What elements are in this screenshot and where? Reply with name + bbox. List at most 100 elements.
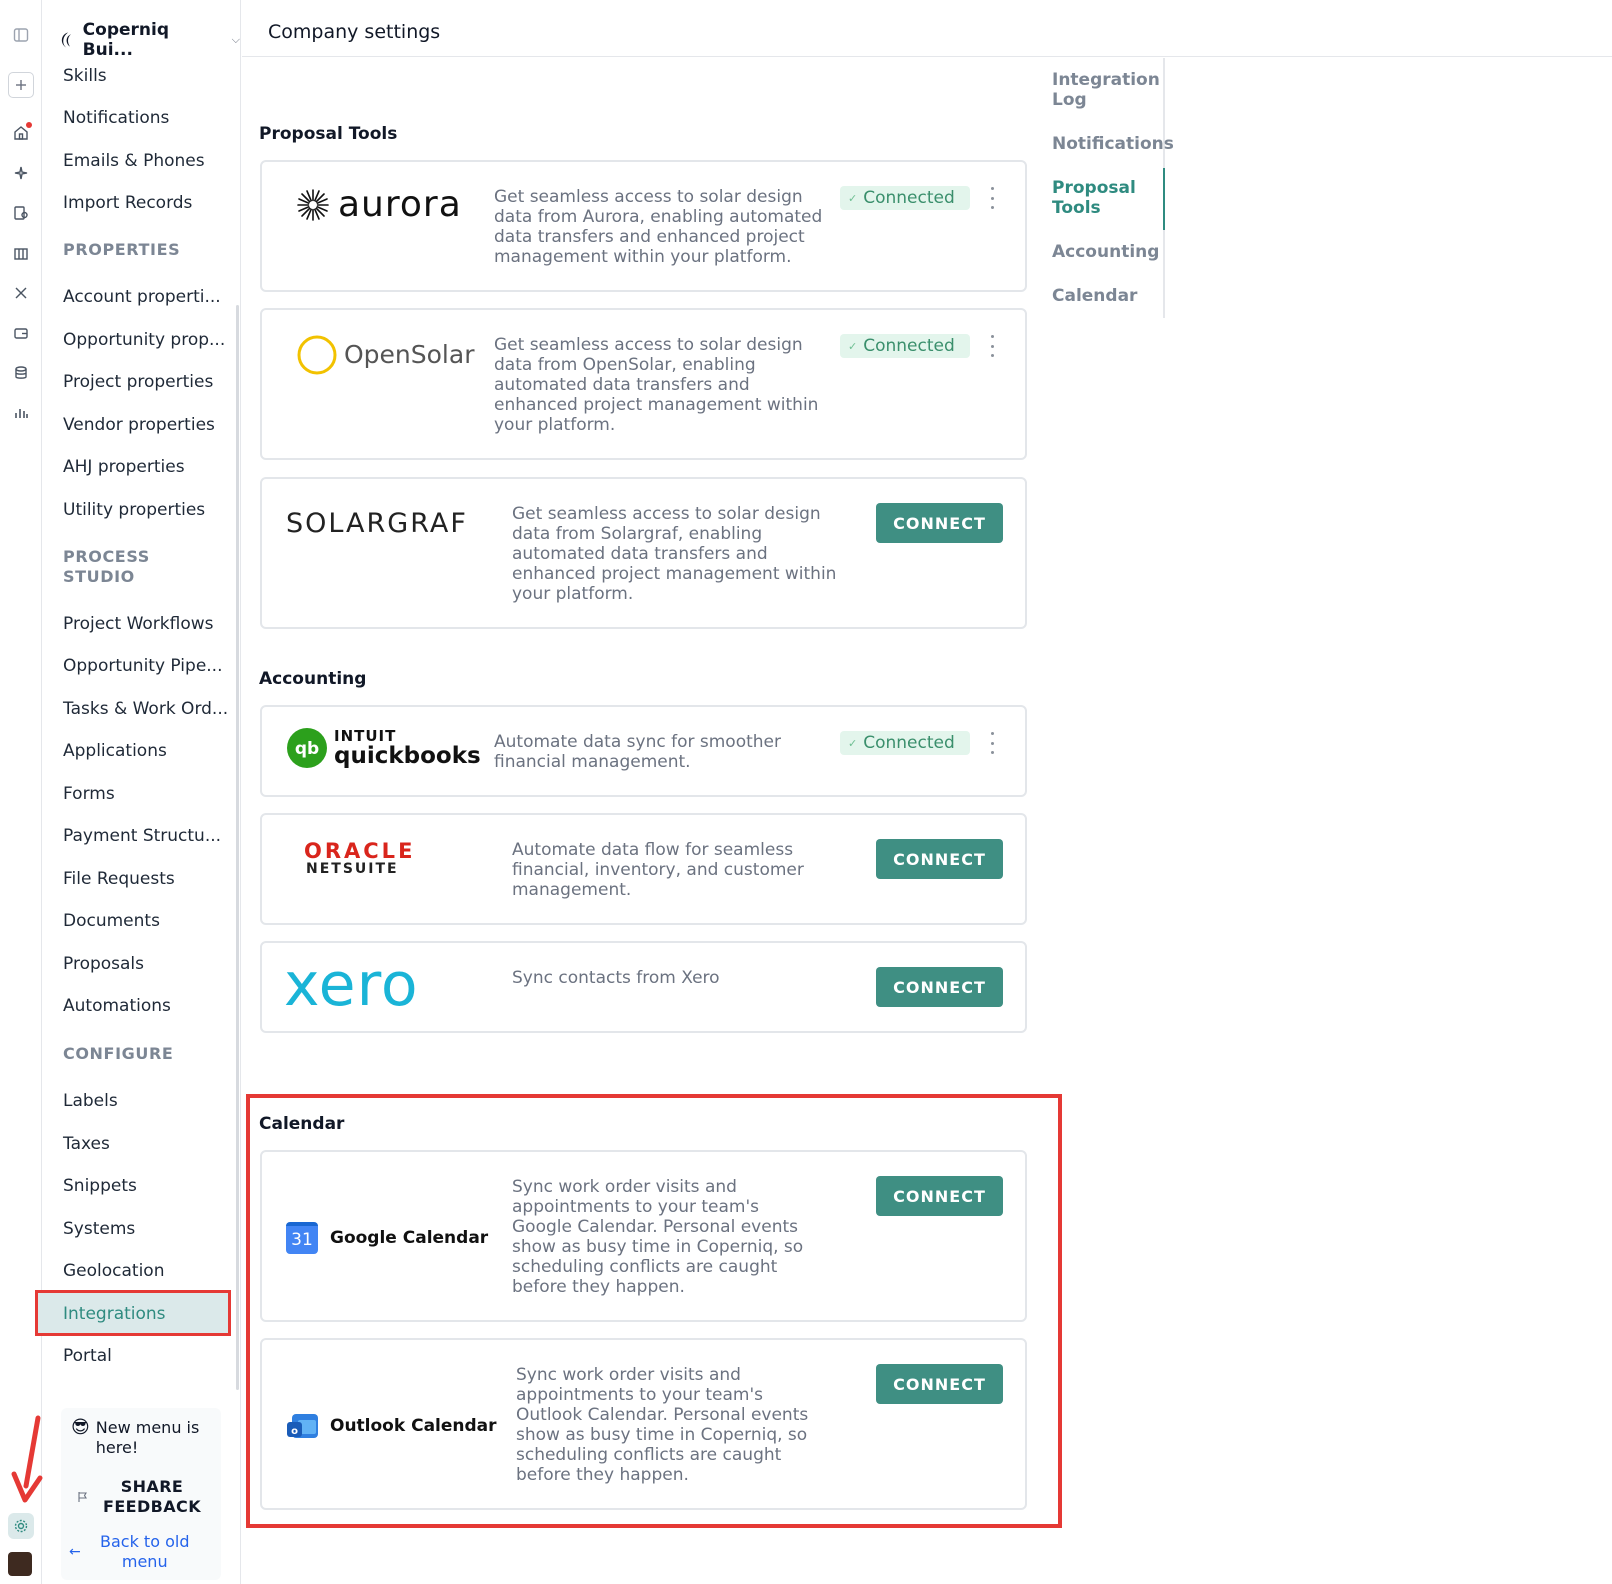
- sidebar-item-geolocation[interactable]: Geolocation: [63, 1261, 165, 1281]
- integration-card-solargraf: SOLARGRAF Get seamless access to solar d…: [260, 477, 1027, 629]
- sidebar-item-project-properties[interactable]: Project properties: [63, 372, 213, 392]
- sidebar-item-import-records[interactable]: Import Records: [63, 193, 192, 213]
- netsuite-description: Automate data flow for seamless financia…: [512, 840, 804, 900]
- sidebar-item-proposals[interactable]: Proposals: [63, 954, 144, 974]
- sidebar-item-ahj-properties[interactable]: AHJ properties: [63, 457, 185, 477]
- sidebar-item-automations[interactable]: Automations: [63, 996, 171, 1016]
- sidebar-item-emails-phones[interactable]: Emails & Phones: [63, 151, 205, 171]
- anchor-notifications[interactable]: Notifications: [1052, 134, 1174, 154]
- netsuite-connect-button[interactable]: CONNECT: [876, 839, 1003, 879]
- building-icon[interactable]: [8, 240, 34, 266]
- anchor-integration-log[interactable]: Integration Log: [1052, 70, 1164, 110]
- sunglasses-emoji-icon: 😎: [71, 1417, 90, 1438]
- sidebar-item-portal[interactable]: Portal: [63, 1346, 112, 1366]
- sidebar-item-vendor-properties[interactable]: Vendor properties: [63, 415, 215, 435]
- aurora-connected-badge: ✓ Connected: [840, 186, 970, 210]
- sidebar-item-file-requests[interactable]: File Requests: [63, 869, 175, 889]
- aurora-more-menu-icon[interactable]: [989, 187, 995, 209]
- top-bar: Company settings: [242, 0, 1612, 57]
- quickbooks-qb-icon: qb: [287, 728, 327, 768]
- sidebar-item-taxes[interactable]: Taxes: [63, 1134, 110, 1154]
- chart-icon[interactable]: [8, 400, 34, 426]
- database-icon[interactable]: [8, 360, 34, 386]
- sidebar-item-applications[interactable]: Applications: [63, 741, 167, 761]
- anchor-calendar[interactable]: Calendar: [1052, 286, 1164, 306]
- arrow-left-icon: ←: [69, 1544, 81, 1560]
- sidebar-item-documents[interactable]: Documents: [63, 911, 160, 931]
- sidebar-item-labels[interactable]: Labels: [63, 1091, 118, 1111]
- xero-connect-button[interactable]: CONNECT: [876, 967, 1003, 1007]
- outlook-calendar-connect-button[interactable]: CONNECT: [876, 1364, 1003, 1404]
- aurora-status: Connected: [863, 188, 955, 208]
- wallet-icon[interactable]: [8, 320, 34, 346]
- aurora-description: Get seamless access to solar design data…: [494, 187, 823, 267]
- check-icon: ✓: [848, 736, 858, 750]
- xero-logo-text: xero: [284, 950, 419, 1020]
- sidebar-item-payment-structures[interactable]: Payment Structu...: [63, 826, 221, 846]
- back-to-old-menu-link[interactable]: ← Back to old menu: [69, 1532, 195, 1572]
- sparkle-icon[interactable]: [8, 160, 34, 186]
- back-to-old-menu-label: Back to old menu: [100, 1532, 190, 1571]
- workspace-name: Coperniq Bui...: [82, 20, 170, 60]
- contacts-icon[interactable]: [8, 200, 34, 226]
- netsuite-logo-text: NETSUITE: [306, 861, 399, 877]
- sidebar-item-forms[interactable]: Forms: [63, 784, 115, 804]
- quickbooks-more-menu-icon[interactable]: [989, 732, 995, 754]
- xero-description: Sync contacts from Xero: [512, 968, 720, 988]
- opensolar-connected-badge: ✓ Connected: [840, 334, 970, 358]
- sidebar-heading-properties: PROPERTIES: [63, 240, 181, 259]
- integration-card-aurora: aurora Get seamless access to solar desi…: [260, 160, 1027, 292]
- user-avatar[interactable]: [8, 1552, 32, 1576]
- coperniq-logo-icon: [61, 32, 71, 48]
- add-icon[interactable]: [8, 72, 34, 98]
- opensolar-logo-text: OpenSolar: [344, 340, 475, 369]
- icon-rail: [0, 0, 42, 1584]
- aurora-logo-text: aurora: [338, 184, 462, 225]
- oracle-logo-text: ORACLE: [304, 839, 416, 863]
- sidebar-item-tasks-work-orders[interactable]: Tasks & Work Ord...: [63, 699, 228, 719]
- anchor-accounting[interactable]: Accounting: [1052, 242, 1164, 262]
- outlook-calendar-logo: o Outlook Calendar: [286, 1410, 497, 1442]
- promo-message: New menu is here!: [95, 1418, 200, 1457]
- google-calendar-connect-button[interactable]: CONNECT: [876, 1176, 1003, 1216]
- integration-card-google-calendar: 31 Google Calendar Sync work order visit…: [260, 1150, 1027, 1322]
- netsuite-logo: ORACLE NETSUITE: [304, 839, 416, 878]
- sidebar-item-opportunity-pipelines[interactable]: Opportunity Pipe...: [63, 656, 222, 676]
- anchor-proposal-tools[interactable]: Proposal Tools: [1052, 178, 1164, 218]
- outlook-calendar-description: Sync work order visits and appointments …: [516, 1365, 809, 1485]
- sidebar-item-skills[interactable]: Skills: [63, 66, 107, 86]
- sidebar-heading-configure: CONFIGURE: [63, 1044, 174, 1063]
- google-calendar-logo: 31 Google Calendar: [286, 1222, 488, 1254]
- sidebar-item-systems[interactable]: Systems: [63, 1219, 135, 1239]
- aurora-logo: aurora: [294, 186, 462, 224]
- google-calendar-name: Google Calendar: [330, 1228, 489, 1248]
- sidebar-toggle-icon[interactable]: [8, 22, 34, 48]
- sidebar-item-opportunity-properties[interactable]: Opportunity prop...: [63, 330, 225, 350]
- sidebar-item-snippets[interactable]: Snippets: [63, 1176, 137, 1196]
- sidebar-item-integrations[interactable]: Integrations: [63, 1304, 166, 1324]
- google-calendar-icon-number: 31: [291, 1230, 313, 1250]
- home-icon[interactable]: [8, 120, 34, 146]
- sidebar-item-account-properties[interactable]: Account properti...: [63, 287, 221, 307]
- tools-icon[interactable]: [8, 280, 34, 306]
- share-feedback-label: SHARE FEEDBACK: [103, 1477, 201, 1516]
- solargraf-connect-button[interactable]: CONNECT: [876, 503, 1003, 543]
- sidebar-scrollbar[interactable]: [236, 305, 239, 1390]
- opensolar-more-menu-icon[interactable]: [989, 335, 995, 357]
- sidebar-item-utility-properties[interactable]: Utility properties: [63, 500, 205, 520]
- opensolar-description: Get seamless access to solar design data…: [494, 335, 819, 435]
- solargraf-description: Get seamless access to solar design data…: [512, 504, 837, 604]
- settings-gear-icon[interactable]: [8, 1513, 34, 1539]
- xero-logo: xero: [284, 953, 419, 1017]
- share-feedback-button[interactable]: SHARE FEEDBACK: [69, 1470, 212, 1524]
- sidebar-item-project-workflows[interactable]: Project Workflows: [63, 614, 214, 634]
- quickbooks-connected-badge: ✓ Connected: [840, 731, 970, 755]
- aurora-burst-icon: [297, 189, 329, 221]
- section-title-calendar: Calendar: [259, 1114, 345, 1134]
- svg-text:qb: qb: [295, 739, 319, 759]
- sidebar-item-notifications[interactable]: Notifications: [63, 108, 169, 128]
- workspace-switcher[interactable]: Coperniq Bui... ⌵: [55, 20, 240, 60]
- opensolar-circle-icon: [297, 335, 337, 375]
- quickbooks-intuit-text: INTUIT: [334, 727, 397, 745]
- quickbooks-description: Automate data sync for smoother financia…: [494, 732, 781, 772]
